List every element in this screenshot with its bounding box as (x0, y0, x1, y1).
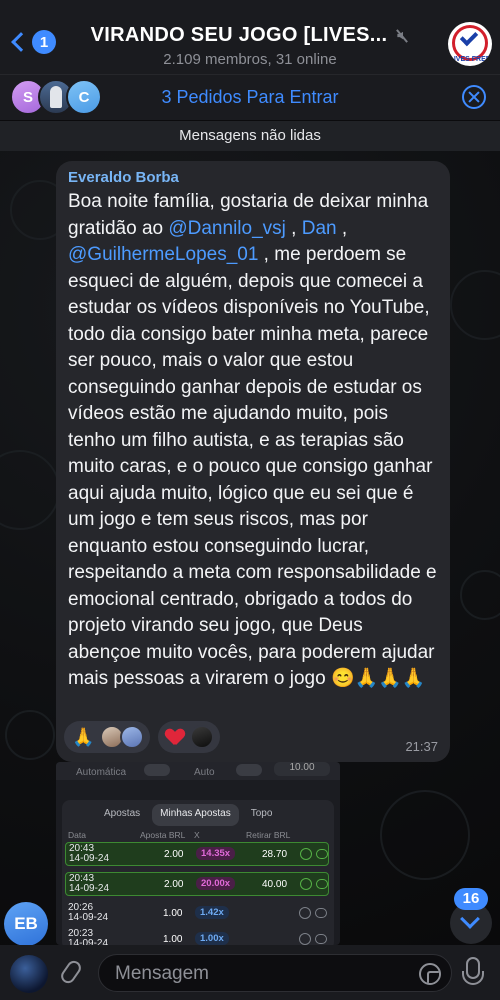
message-input-bar: Mensagem (0, 945, 500, 1000)
bet-datetime: 20:43 14-09-24 (69, 844, 109, 864)
mention-link[interactable]: Dan (302, 218, 337, 239)
bet-datetime: 20:26 14-09-24 (68, 903, 108, 923)
shield-check-icon (299, 933, 311, 945)
bet-datetime: 20:43 14-09-24 (69, 874, 109, 894)
shield-check-icon (300, 878, 312, 890)
shield-check-icon (300, 848, 312, 860)
avatar (190, 725, 215, 749)
toggle-switch (144, 764, 170, 776)
join-requests-bar[interactable]: S C 3 Pedidos Para Entrar (0, 74, 500, 120)
bet-cashout: 40.00 (262, 879, 288, 890)
message-text: Boa noite família, gostaria de deixar mi… (68, 189, 438, 693)
bet-multiplier: 14.35x (196, 847, 236, 860)
message-input[interactable]: Mensagem (98, 954, 452, 992)
text-segment: , (285, 217, 302, 239)
column-header: Aposta BRL (140, 830, 186, 840)
pray-emoji: 🙏 (72, 726, 95, 747)
bet-amount: 1.00 (163, 908, 183, 919)
avatar (120, 725, 145, 749)
text-segment: , (336, 217, 353, 239)
bets-tabs: Apostas Minhas Apostas Topo (96, 804, 302, 826)
table-row: 20:26 14-09-24 1.00 1.42x (65, 902, 329, 926)
sender-name[interactable]: Everaldo Borba (68, 169, 438, 186)
mention-link[interactable]: @GuilhermeLopes_01 (68, 244, 258, 265)
chat-bubble-icon (315, 908, 327, 918)
bet-amount: 1.00 (163, 934, 183, 945)
group-avatar-text: LIVES FREE (449, 56, 491, 63)
bet-multiplier: 1.42x (195, 906, 229, 919)
shield-check-icon (299, 907, 311, 919)
table-row: 20:43 14-09-24 2.00 14.35x 28.70 (65, 842, 329, 866)
auto-label: Automática (76, 767, 127, 778)
bet-multiplier: 1.00x (195, 932, 229, 945)
screenshot-toolbar: Automática Auto 10.00 (56, 762, 340, 780)
bets-panel: Apostas Minhas Apostas Topo Data Aposta … (62, 800, 334, 945)
chat-bubble-icon (315, 934, 327, 944)
table-row: 20:43 14-09-24 2.00 20.00x 40.00 (65, 872, 329, 896)
tab-apostas: Apostas (104, 808, 141, 819)
tab-topo: Topo (250, 808, 273, 819)
column-header: Data (68, 830, 86, 840)
sticker-icon[interactable] (419, 963, 441, 985)
message-placeholder: Mensagem (115, 963, 209, 984)
back-button[interactable]: 1 (8, 30, 56, 54)
reactions-row: 🙏 (64, 721, 221, 753)
back-chevron-icon (11, 32, 31, 52)
reaction-heart[interactable] (158, 721, 221, 753)
bet-amount: 2.00 (164, 879, 184, 890)
bet-date: 14-09-24 (69, 853, 110, 864)
bet-amount: 2.00 (164, 849, 184, 860)
attach-icon[interactable] (58, 958, 84, 986)
tab-minhas-apostas: Minhas Apostas (152, 804, 239, 826)
chevron-down-icon (460, 909, 480, 929)
mention-link[interactable]: @Dannilo_vsj (168, 218, 286, 239)
message-time: 21:37 (405, 739, 438, 754)
unread-count-badge: 16 (454, 888, 488, 910)
chat-title-area[interactable]: VIRANDO SEU JOGO [LIVES... 2.109 membros… (70, 24, 430, 68)
bet-multiplier: 20.00x (196, 877, 236, 890)
group-avatar[interactable]: LIVES FREE (448, 22, 492, 66)
unread-messages-divider: Mensagens não lidas (0, 121, 500, 151)
table-row: 20:23 14-09-24 1.00 1.00x (65, 928, 329, 945)
close-icon[interactable] (462, 85, 486, 109)
bet-date: 14-09-24 (69, 883, 110, 894)
chat-subtitle: 2.109 membros, 31 online (163, 51, 337, 68)
join-requests-label[interactable]: 3 Pedidos Para Entrar (0, 87, 500, 108)
message-bubble[interactable]: Everaldo Borba Boa noite família, gostar… (56, 161, 450, 762)
back-unread-badge: 1 (32, 30, 56, 54)
sender-avatar[interactable]: EB (4, 902, 48, 946)
bet-date: 14-09-24 (68, 912, 109, 923)
heart-icon (166, 729, 184, 745)
bet-datetime: 20:23 14-09-24 (68, 929, 109, 946)
bet-date: 14-09-24 (68, 938, 109, 946)
reaction-pray[interactable]: 🙏 (64, 721, 151, 753)
bet-cashout: 28.70 (262, 849, 288, 860)
text-segment: , me perdoem se esqueci de alguém, depoi… (68, 244, 442, 689)
chat-header: 1 VIRANDO SEU JOGO [LIVES... 2.109 membr… (0, 0, 500, 80)
amount-pill: 10.00 (274, 762, 330, 776)
microphone-stand (462, 971, 484, 985)
image-attachment[interactable]: Automática Auto 10.00 Apostas Minhas Apo… (56, 762, 340, 945)
chat-bubble-icon (316, 849, 328, 859)
chat-bubble-icon (316, 879, 328, 889)
column-header: Retirar BRL (246, 830, 291, 840)
muted-icon (395, 29, 409, 43)
auto-label: Auto (194, 767, 215, 778)
avatar[interactable] (10, 955, 48, 993)
column-header: X (194, 830, 200, 840)
chat-title: VIRANDO SEU JOGO [LIVES... (90, 24, 388, 46)
toggle-switch (236, 764, 262, 776)
